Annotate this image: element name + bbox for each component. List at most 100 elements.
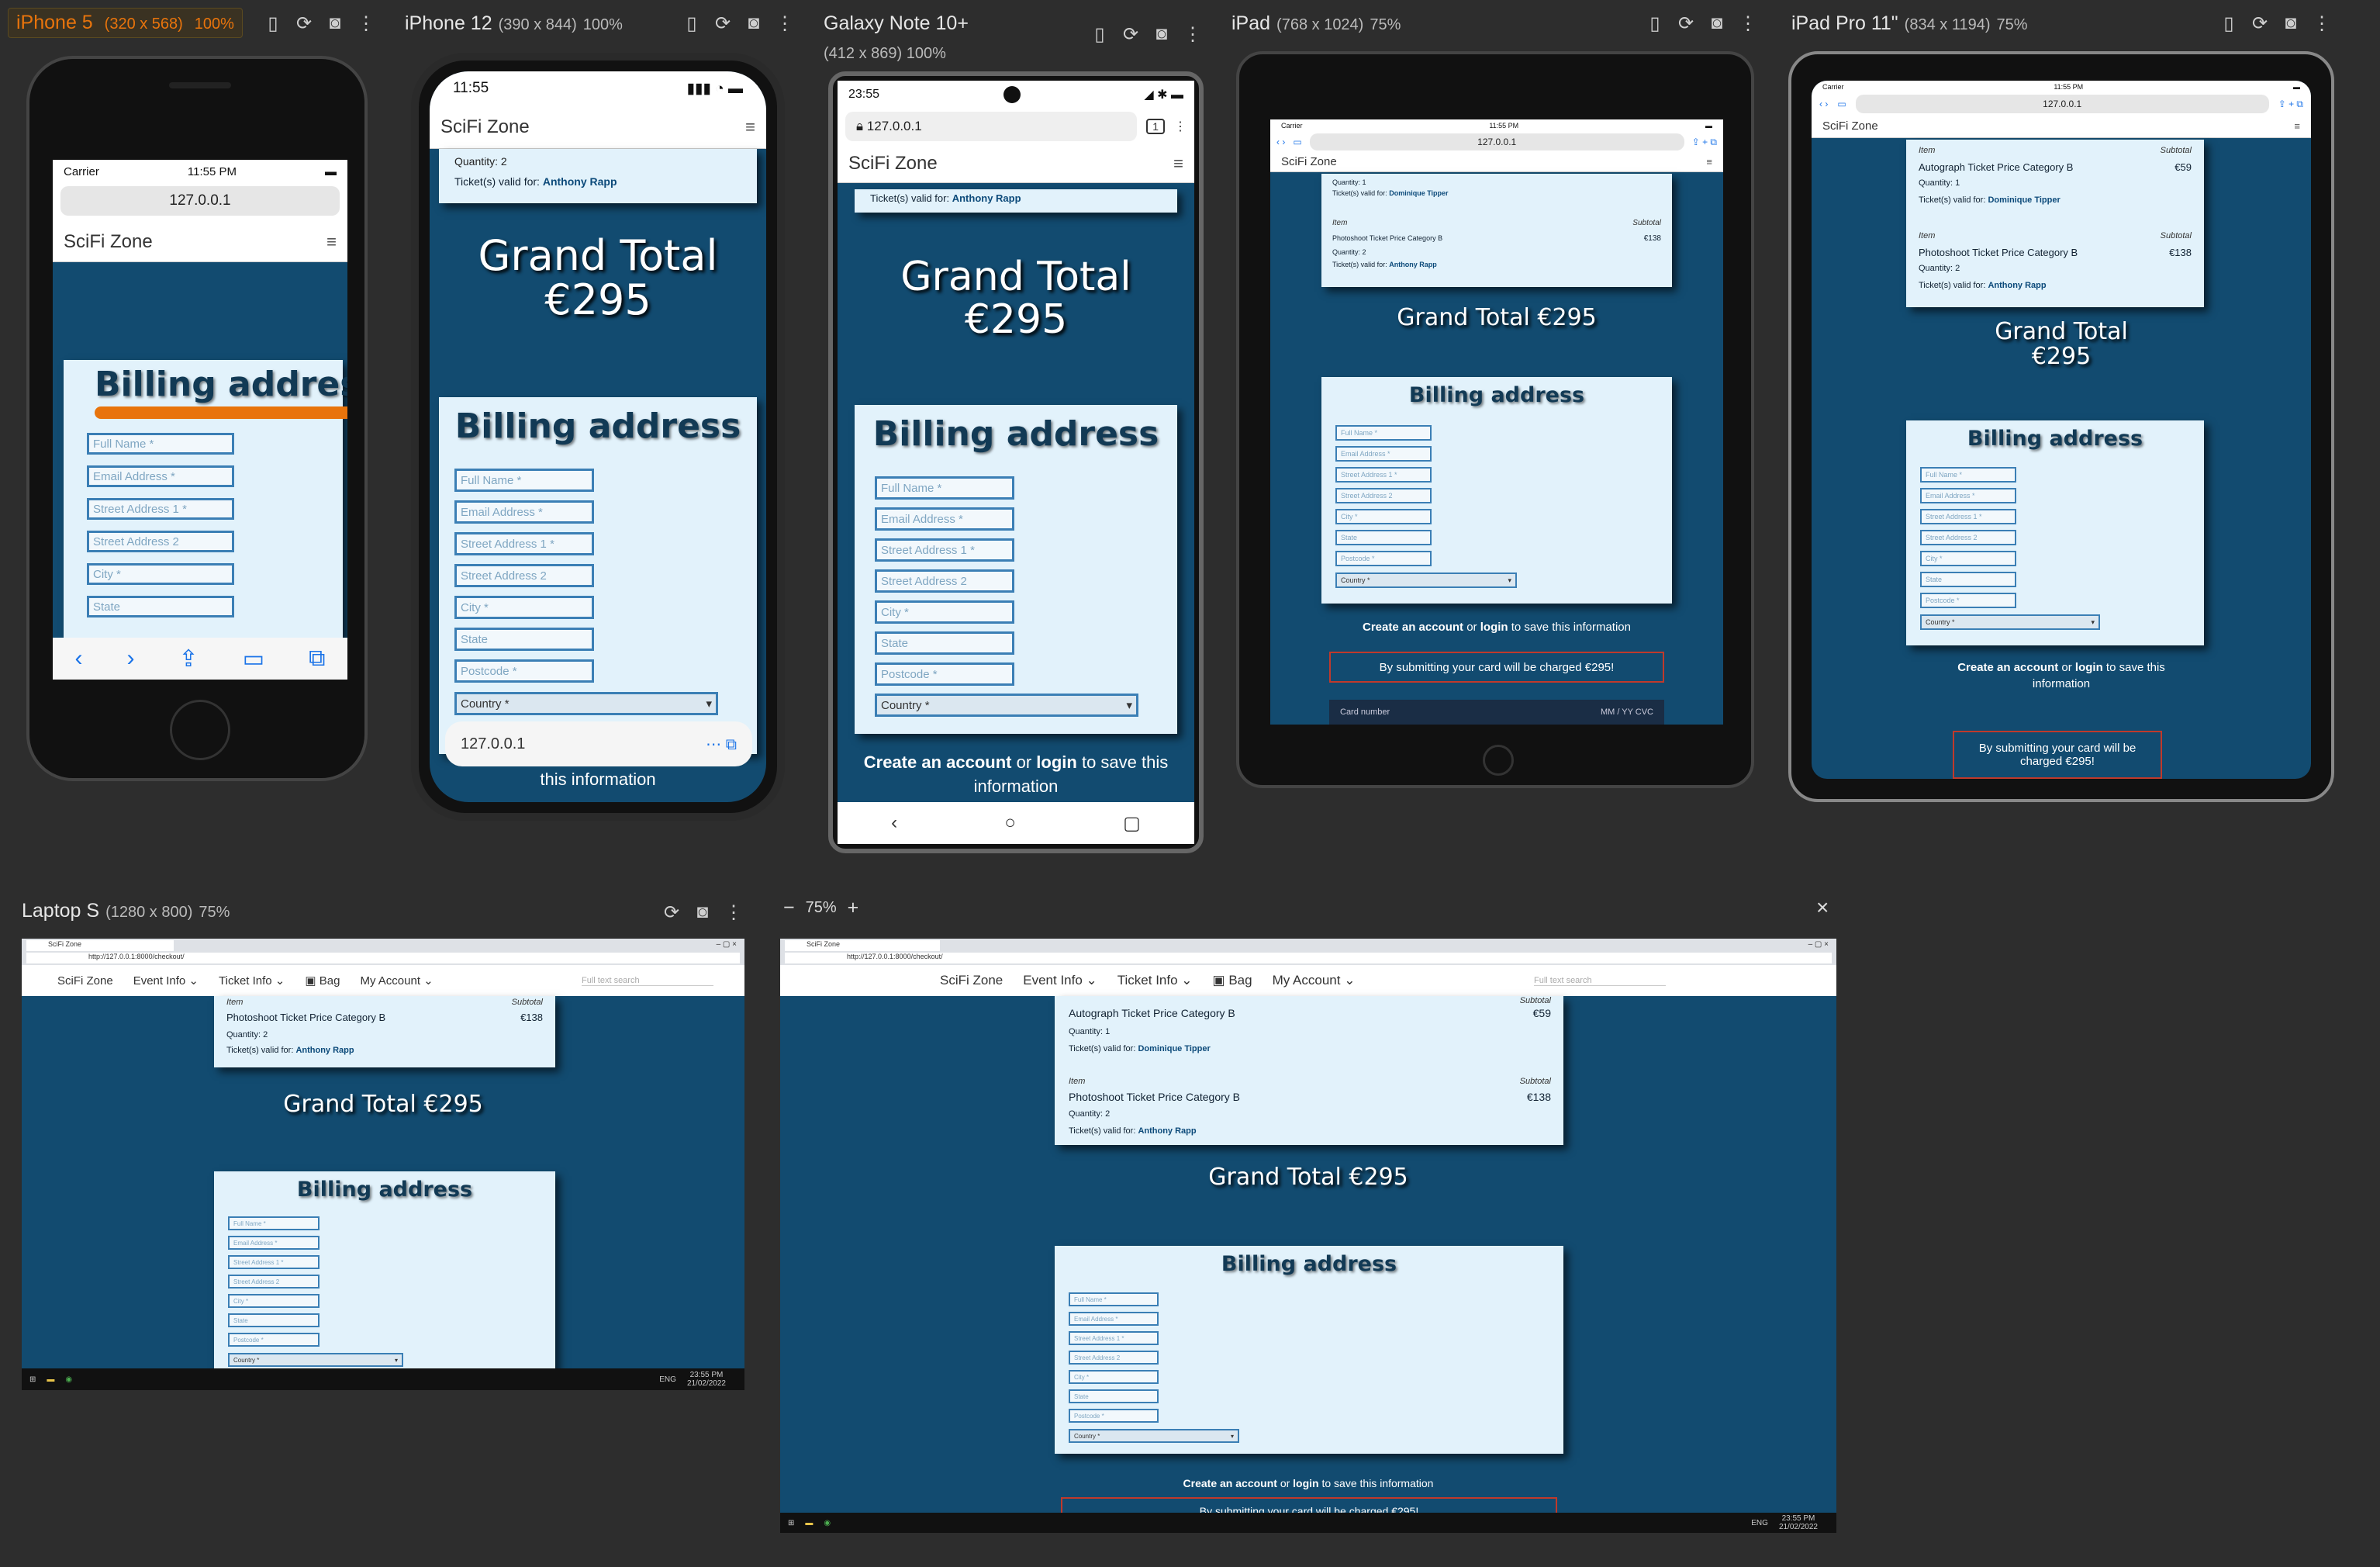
nav-bag[interactable]: ▣ Bag xyxy=(305,974,340,988)
street1-input[interactable]: Street Address 1 * xyxy=(87,498,234,520)
email-input[interactable]: Email Address * xyxy=(1069,1312,1159,1326)
tabs-icon[interactable]: ⧉ xyxy=(309,645,325,672)
create-account-link[interactable]: Create an account xyxy=(1957,661,2058,674)
create-account-link[interactable]: Create an account xyxy=(1183,1477,1277,1489)
brand-logo[interactable]: SciFi Zone xyxy=(848,153,938,175)
tab-count-button[interactable]: 1 xyxy=(1146,119,1165,134)
brand-logo[interactable]: SciFi Zone xyxy=(1281,155,1337,168)
home-button[interactable] xyxy=(170,700,230,760)
refresh-icon[interactable]: ⟳ xyxy=(1120,23,1142,46)
state-input[interactable]: State xyxy=(454,628,594,651)
device-label[interactable]: Laptop S (1280 x 800) 75% xyxy=(22,900,230,922)
nav-ticket-info[interactable]: Ticket Info ⌄ xyxy=(1117,973,1193,988)
state-input[interactable]: State xyxy=(228,1313,320,1327)
nav-bag[interactable]: ▣ Bag xyxy=(1213,973,1252,988)
refresh-icon[interactable]: ⟳ xyxy=(712,12,734,35)
country-select[interactable]: Country * ▾ xyxy=(1069,1429,1239,1443)
email-input[interactable]: Email Address * xyxy=(1335,446,1432,462)
search-input[interactable]: Full text search xyxy=(582,976,713,986)
zoom-in-button[interactable]: + xyxy=(848,897,859,919)
postcode-input[interactable]: Postcode * xyxy=(875,662,1014,686)
url-bar[interactable]: 🔒︎ 127.0.0.1 xyxy=(845,112,1138,141)
home-button[interactable] xyxy=(1483,745,1514,776)
more-icon[interactable]: ⋮ xyxy=(723,901,744,924)
full-name-input[interactable]: Full Name * xyxy=(1335,425,1432,441)
city-input[interactable]: City * xyxy=(875,600,1014,624)
country-select[interactable]: Country * ▾ xyxy=(875,694,1138,717)
rotate-device-icon[interactable]: ▯ xyxy=(681,12,703,35)
login-link[interactable]: login xyxy=(1480,621,1508,634)
refresh-icon[interactable]: ⟳ xyxy=(2249,12,2271,35)
nav-event-info[interactable]: Event Info ⌄ xyxy=(1023,973,1097,988)
rotate-device-icon[interactable]: ▯ xyxy=(1644,12,1666,35)
more-icon[interactable]: ⋮ xyxy=(2311,12,2333,35)
share-icon[interactable]: ⇪ xyxy=(179,645,199,673)
street2-input[interactable]: Street Address 2 xyxy=(87,531,234,552)
brand-logo[interactable]: SciFi Zone xyxy=(1822,119,1878,133)
safari-url-bar[interactable]: 127.0.0.1 ⋯ ⧉ xyxy=(445,721,752,766)
refresh-icon[interactable]: ⟳ xyxy=(1675,12,1697,35)
state-input[interactable]: State xyxy=(1069,1389,1159,1403)
address-bar[interactable]: http://127.0.0.1:8000/checkout/ xyxy=(785,953,1832,963)
full-name-input[interactable]: Full Name * xyxy=(1920,467,2016,483)
forward-icon[interactable]: › xyxy=(127,645,135,672)
url-bar[interactable]: 127.0.0.1 xyxy=(1309,133,1684,150)
login-link[interactable]: login xyxy=(1036,752,1077,772)
refresh-icon[interactable]: ⟳ xyxy=(293,12,315,35)
url-bar[interactable]: 127.0.0.1 xyxy=(60,186,340,216)
country-select[interactable]: Country * ▾ xyxy=(228,1353,403,1367)
file-explorer-icon[interactable]: ▬ xyxy=(805,1519,813,1527)
brand-logo[interactable]: SciFi Zone xyxy=(57,974,113,988)
more-icon[interactable]: ⋮ xyxy=(355,12,377,35)
screenshot-icon[interactable]: ◙ xyxy=(1151,23,1173,46)
state-input[interactable]: State xyxy=(1920,572,2016,587)
street1-input[interactable]: Street Address 1 * xyxy=(228,1255,320,1269)
hamburger-menu-icon[interactable]: ≡ xyxy=(1706,156,1712,168)
nav-event-info[interactable]: Event Info ⌄ xyxy=(133,974,199,988)
windows-start-icon[interactable]: ⊞ xyxy=(788,1519,794,1527)
back-icon[interactable]: ‹ xyxy=(75,645,83,672)
more-icon[interactable]: ⋮ xyxy=(1737,12,1759,35)
nav-ticket-info[interactable]: Ticket Info ⌄ xyxy=(219,974,285,988)
create-account-link[interactable]: Create an account xyxy=(864,752,1012,772)
zoom-out-button[interactable]: − xyxy=(783,897,795,919)
street2-input[interactable]: Street Address 2 xyxy=(1920,530,2016,545)
rotate-device-icon[interactable]: ▯ xyxy=(2218,12,2240,35)
screenshot-icon[interactable]: ◙ xyxy=(1706,12,1728,35)
device-label[interactable]: iPad (768 x 1024) 75% xyxy=(1231,12,1401,35)
file-explorer-icon[interactable]: ▬ xyxy=(47,1375,54,1384)
street2-input[interactable]: Street Address 2 xyxy=(1335,488,1432,503)
hamburger-menu-icon[interactable]: ≡ xyxy=(2294,120,2300,132)
bookmarks-icon[interactable]: ▭ xyxy=(1293,137,1301,147)
search-input[interactable]: Full text search xyxy=(1534,976,1666,986)
bookmarks-icon[interactable]: ▭ xyxy=(1837,99,1846,109)
card-element[interactable]: Card number MM / YY CVC xyxy=(1329,700,1664,725)
brand-logo[interactable]: SciFi Zone xyxy=(440,116,530,138)
street1-input[interactable]: Street Address 1 * xyxy=(1069,1331,1159,1345)
more-icon[interactable]: ⋮ xyxy=(1182,23,1204,46)
nav-my-account[interactable]: My Account ⌄ xyxy=(1273,973,1356,988)
browser-tab[interactable]: SciFi Zone xyxy=(785,940,940,951)
postcode-input[interactable]: Postcode * xyxy=(454,659,594,683)
country-select[interactable]: Country * ▾ xyxy=(1335,572,1517,588)
full-name-input[interactable]: Full Name * xyxy=(454,469,594,492)
city-input[interactable]: City * xyxy=(454,596,594,619)
brand-logo[interactable]: SciFi Zone xyxy=(940,973,1003,988)
state-input[interactable]: State xyxy=(87,596,234,617)
share-icon[interactable]: ⇪ + ⧉ xyxy=(2278,99,2303,110)
chrome-taskbar-icon[interactable]: ◉ xyxy=(65,1375,72,1384)
full-name-input[interactable]: Full Name * xyxy=(1069,1292,1159,1306)
postcode-input[interactable]: Postcode * xyxy=(1069,1409,1159,1423)
windows-start-icon[interactable]: ⊞ xyxy=(29,1375,36,1384)
email-input[interactable]: Email Address * xyxy=(875,507,1014,531)
device-label[interactable]: iPhone 5 (320 x 568) 100% xyxy=(8,8,243,38)
rotate-device-icon[interactable]: ▯ xyxy=(1089,23,1111,46)
postcode-input[interactable]: Postcode * xyxy=(228,1333,320,1347)
screenshot-icon[interactable]: ◙ xyxy=(2280,12,2302,35)
screenshot-icon[interactable]: ◙ xyxy=(324,12,346,35)
screenshot-icon[interactable]: ◙ xyxy=(743,12,765,35)
email-input[interactable]: Email Address * xyxy=(228,1236,320,1250)
device-label[interactable]: iPhone 12 (390 x 844) 100% xyxy=(405,12,623,35)
country-select[interactable]: Country * ▾ xyxy=(454,692,718,715)
more-options-icon[interactable]: ⋯ ⧉ xyxy=(706,735,737,754)
